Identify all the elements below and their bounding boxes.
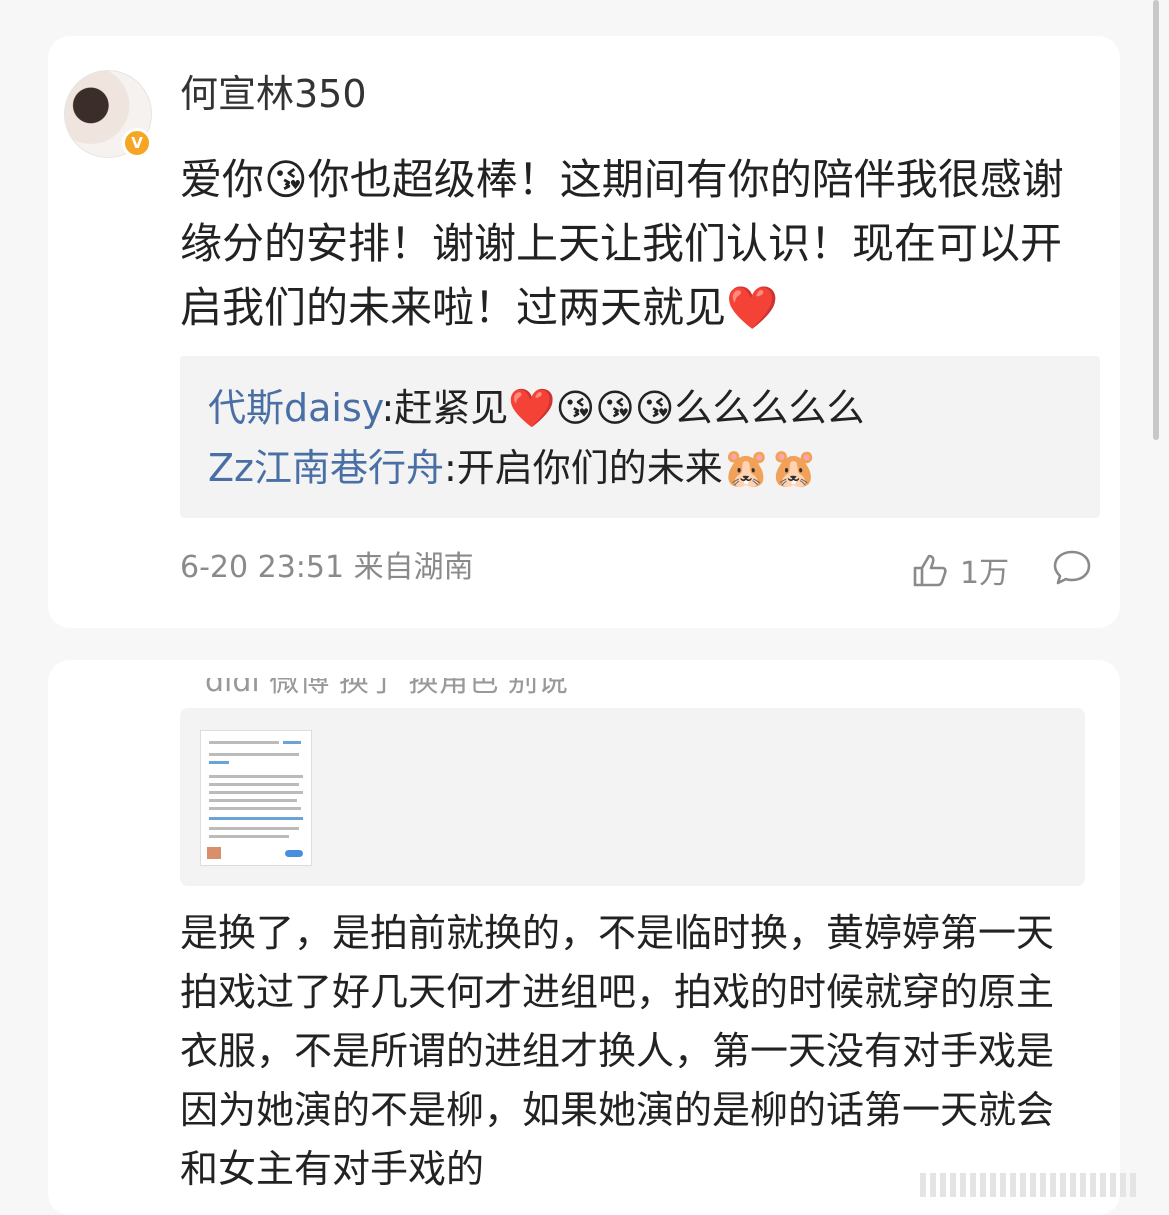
avatar[interactable]: V — [64, 70, 152, 158]
username[interactable]: 何宣林350 — [180, 70, 367, 118]
reply-preview[interactable]: 代斯daisy:赶紧见❤️😘😘😘么么么么么 Zz江南巷行舟:开启你们的未来🐹🐹 — [180, 356, 1100, 518]
comment-icon — [1053, 550, 1091, 585]
post-text: 爱你😘你也超级棒！这期间有你的陪伴我很感谢缘分的安排！谢谢上天让我们认识！现在可… — [180, 155, 1064, 332]
reply-item[interactable]: Zz江南巷行舟:开启你们的未来🐹🐹 — [208, 440, 817, 496]
like-button[interactable]: 1万 — [912, 548, 1009, 592]
reply-user[interactable]: Zz江南巷行舟 — [208, 446, 444, 490]
watermark — [920, 1170, 1156, 1200]
like-count: 1万 — [960, 556, 1010, 591]
reply-item[interactable]: 代斯daisy:赶紧见❤️😘😘😘么么么么么 — [208, 380, 864, 436]
quoted-screenshot-box[interactable] — [180, 708, 1085, 886]
comment-text: 是换了，是拍前就换的，不是临时换，黄婷婷第一天拍戏过了好几天何才进组吧，拍戏的时… — [180, 911, 1055, 1191]
cropped-text: didi 微博 换了 换角色 别说 — [205, 678, 568, 699]
reply-text: :开启你们的未来🐹🐹 — [443, 446, 818, 490]
scrollbar[interactable] — [1153, 0, 1159, 440]
thumbs-up-icon — [913, 554, 947, 587]
reply-text: :赶紧见❤️😘😘😘么么么么么 — [381, 386, 865, 430]
comment-button[interactable] — [1052, 548, 1092, 586]
post-timestamp: 6-20 23:51 来自湖南 — [180, 550, 474, 585]
reply-user[interactable]: 代斯daisy — [208, 386, 382, 430]
verified-badge-icon: V — [122, 128, 152, 158]
screenshot-thumbnail[interactable] — [200, 730, 312, 866]
